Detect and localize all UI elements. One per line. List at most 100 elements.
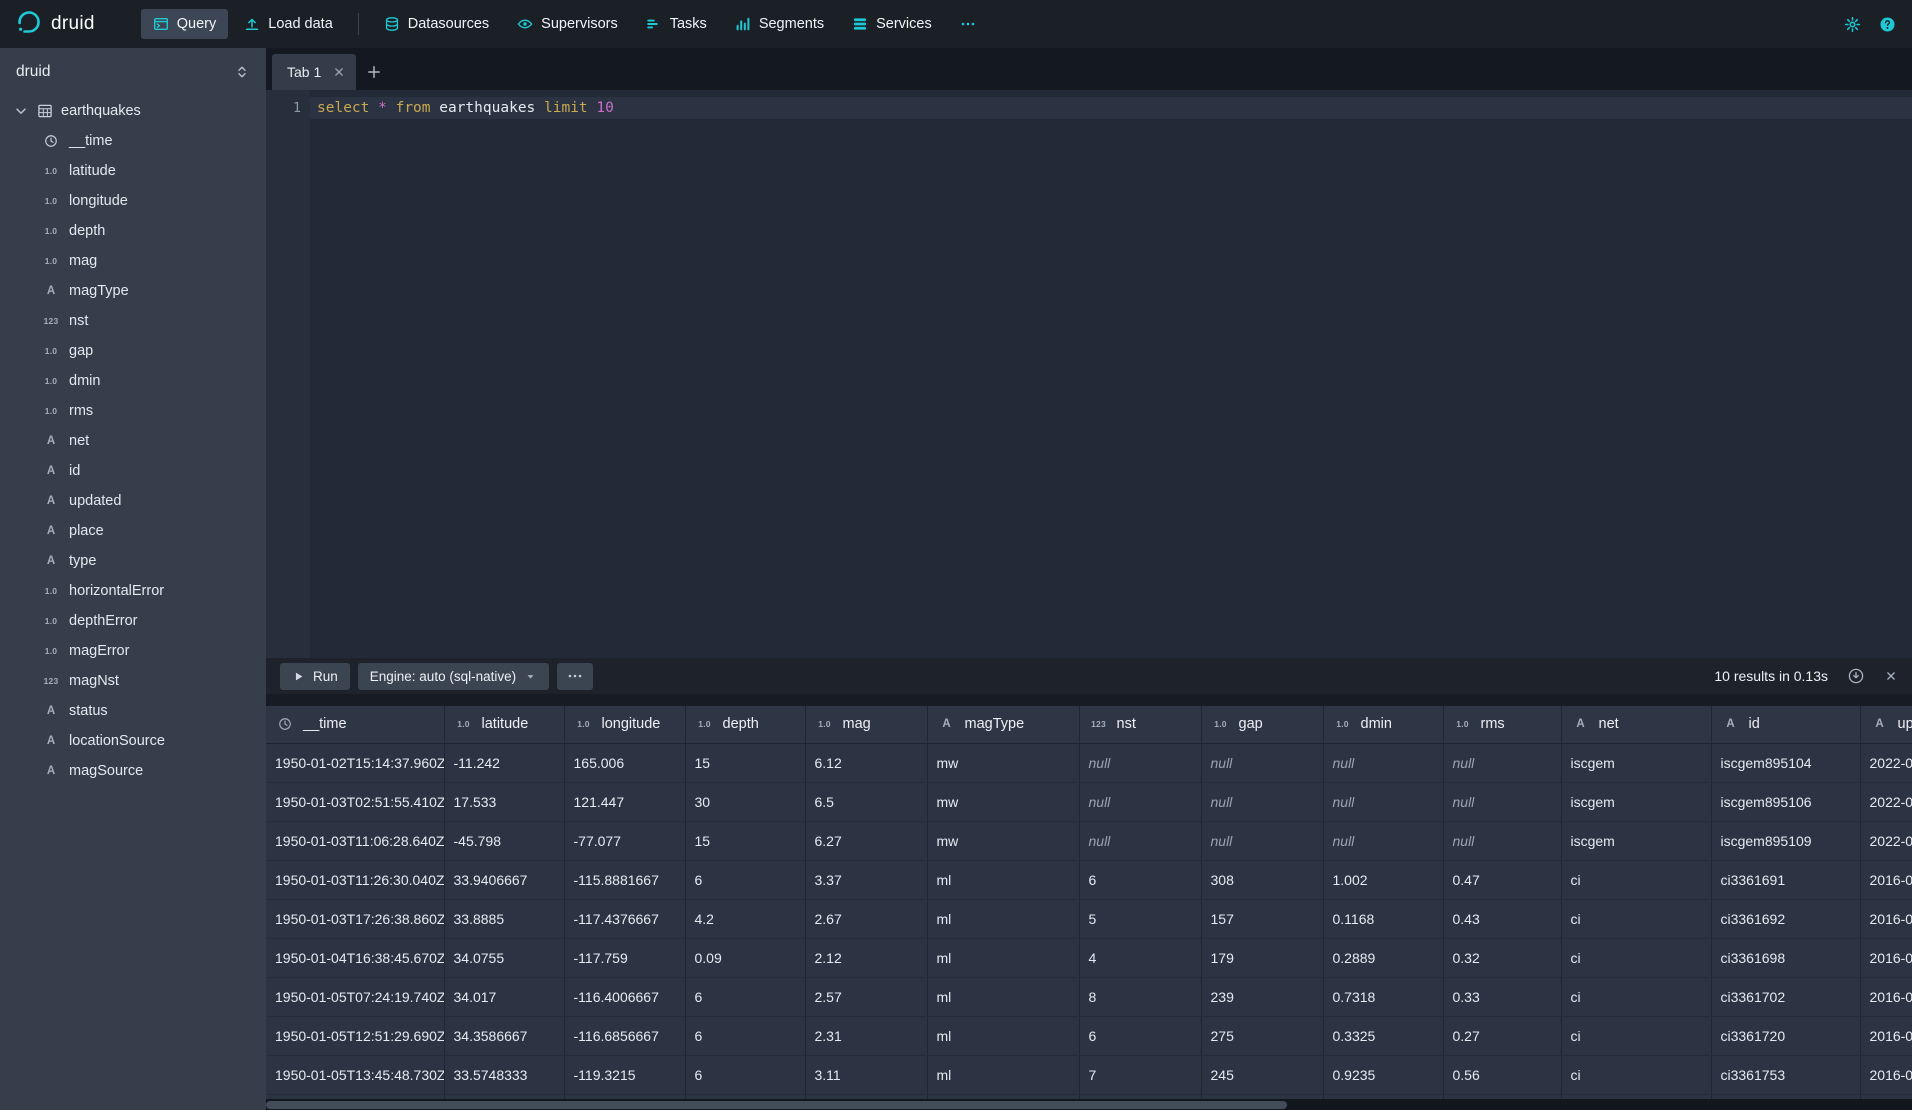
result-cell[interactable]: ml: [927, 860, 1079, 899]
result-cell[interactable]: ci3361720: [1711, 1016, 1860, 1055]
result-cell[interactable]: 2.67: [805, 899, 927, 938]
result-cell[interactable]: 1950-01-03T17:26:38.860Z: [266, 899, 444, 938]
result-cell[interactable]: iscgem895106: [1711, 782, 1860, 821]
result-cell[interactable]: 1950-01-05T12:51:29.690Z: [266, 1016, 444, 1055]
result-cell[interactable]: 0.3325: [1323, 1016, 1443, 1055]
result-cell[interactable]: 1950-01-05T13:45:48.730Z: [266, 1055, 444, 1094]
result-cell[interactable]: ci: [1561, 899, 1711, 938]
nav-query[interactable]: Query: [141, 9, 229, 39]
nav-supervisors[interactable]: Supervisors: [505, 9, 630, 39]
schema-column-rms[interactable]: 1.0rms: [0, 396, 266, 426]
schema-column-type[interactable]: Atype: [0, 546, 266, 576]
result-cell[interactable]: -45.798: [444, 821, 564, 860]
result-cell[interactable]: ml: [927, 938, 1079, 977]
result-cell[interactable]: 0.2889: [1323, 938, 1443, 977]
result-cell[interactable]: 33.9406667: [444, 860, 564, 899]
result-cell[interactable]: iscgem895104: [1711, 743, 1860, 782]
schema-column-depthError[interactable]: 1.0depthError: [0, 606, 266, 636]
result-cell[interactable]: 2022-0: [1860, 743, 1912, 782]
result-cell[interactable]: 30: [685, 782, 805, 821]
result-cell[interactable]: null: [1201, 821, 1323, 860]
result-cell[interactable]: 34.0755: [444, 938, 564, 977]
schema-column-horizontalError[interactable]: 1.0horizontalError: [0, 576, 266, 606]
result-cell[interactable]: 6.5: [805, 782, 927, 821]
schema-column-dmin[interactable]: 1.0dmin: [0, 366, 266, 396]
result-cell[interactable]: 1950-01-05T07:24:19.740Z: [266, 977, 444, 1016]
result-cell[interactable]: 33.5748333: [444, 1055, 564, 1094]
result-cell[interactable]: ml: [927, 977, 1079, 1016]
sql-editor[interactable]: 1 select * from earthquakes limit 10: [266, 90, 1912, 658]
result-cell[interactable]: ml: [927, 899, 1079, 938]
result-cell[interactable]: 3.37: [805, 860, 927, 899]
result-cell[interactable]: 2016-0: [1860, 860, 1912, 899]
result-cell[interactable]: 0.47: [1443, 860, 1561, 899]
result-cell[interactable]: 0.33: [1443, 977, 1561, 1016]
result-cell[interactable]: 275: [1201, 1016, 1323, 1055]
result-cell[interactable]: iscgem895109: [1711, 821, 1860, 860]
settings-gear-icon[interactable]: [1844, 16, 1861, 33]
result-cell[interactable]: null: [1201, 782, 1323, 821]
result-cell[interactable]: 6: [685, 1055, 805, 1094]
result-cell[interactable]: 34.017: [444, 977, 564, 1016]
result-cell[interactable]: 0.09: [685, 938, 805, 977]
result-cell[interactable]: 15: [685, 821, 805, 860]
result-cell[interactable]: 8: [1079, 977, 1201, 1016]
result-cell[interactable]: ci: [1561, 860, 1711, 899]
column-header-__time[interactable]: __time: [266, 706, 444, 743]
result-cell[interactable]: 0.7318: [1323, 977, 1443, 1016]
schema-column-nst[interactable]: 123nst: [0, 306, 266, 336]
result-cell[interactable]: 239: [1201, 977, 1323, 1016]
result-cell[interactable]: 1950-01-04T16:38:45.670Z: [266, 938, 444, 977]
result-cell[interactable]: iscgem: [1561, 743, 1711, 782]
nav-tasks[interactable]: Tasks: [634, 9, 719, 39]
result-cell[interactable]: ci3361691: [1711, 860, 1860, 899]
column-header-longitude[interactable]: 1.0longitude: [564, 706, 685, 743]
double-caret-icon[interactable]: [234, 64, 250, 80]
result-cell[interactable]: 4: [1079, 938, 1201, 977]
column-header-depth[interactable]: 1.0depth: [685, 706, 805, 743]
horizontal-scrollbar[interactable]: [266, 1099, 1912, 1110]
schema-column-net[interactable]: Anet: [0, 426, 266, 456]
scrollbar-thumb[interactable]: [266, 1101, 1287, 1109]
result-cell[interactable]: -119.3215: [564, 1055, 685, 1094]
nav-more[interactable]: [948, 9, 988, 39]
result-cell[interactable]: null: [1201, 743, 1323, 782]
result-cell[interactable]: -117.759: [564, 938, 685, 977]
tab-close-icon[interactable]: [332, 65, 346, 79]
schema-column-latitude[interactable]: 1.0latitude: [0, 156, 266, 186]
result-cell[interactable]: mw: [927, 821, 1079, 860]
result-cell[interactable]: 2016-0: [1860, 899, 1912, 938]
schema-column-magType[interactable]: AmagType: [0, 276, 266, 306]
result-cell[interactable]: 34.3586667: [444, 1016, 564, 1055]
schema-column-magError[interactable]: 1.0magError: [0, 636, 266, 666]
result-cell[interactable]: 6: [1079, 1016, 1201, 1055]
result-cell[interactable]: -117.4376667: [564, 899, 685, 938]
result-cell[interactable]: 0.9235: [1323, 1055, 1443, 1094]
result-cell[interactable]: ml: [927, 1055, 1079, 1094]
result-cell[interactable]: ci3361692: [1711, 899, 1860, 938]
column-header-latitude[interactable]: 1.0latitude: [444, 706, 564, 743]
result-cell[interactable]: mw: [927, 743, 1079, 782]
schema-column-__time[interactable]: __time: [0, 126, 266, 156]
result-cell[interactable]: null: [1323, 743, 1443, 782]
result-cell[interactable]: 2016-0: [1860, 1016, 1912, 1055]
result-cell[interactable]: null: [1443, 782, 1561, 821]
result-cell[interactable]: ci: [1561, 1016, 1711, 1055]
result-cell[interactable]: 4.2: [685, 899, 805, 938]
result-cell[interactable]: 17.533: [444, 782, 564, 821]
result-cell[interactable]: 2022-0: [1860, 782, 1912, 821]
result-cell[interactable]: 6: [685, 977, 805, 1016]
result-cell[interactable]: 7: [1079, 1055, 1201, 1094]
column-header-net[interactable]: Anet: [1561, 706, 1711, 743]
column-header-nst[interactable]: 123nst: [1079, 706, 1201, 743]
result-cell[interactable]: 1950-01-03T02:51:55.410Z: [266, 782, 444, 821]
result-cell[interactable]: 121.447: [564, 782, 685, 821]
column-header-mag[interactable]: 1.0mag: [805, 706, 927, 743]
query-more-button[interactable]: [557, 663, 593, 690]
nav-segments[interactable]: Segments: [723, 9, 836, 39]
nav-load-data[interactable]: Load data: [232, 9, 345, 39]
result-cell[interactable]: ci3361698: [1711, 938, 1860, 977]
result-cell[interactable]: null: [1323, 782, 1443, 821]
datasource-earthquakes[interactable]: earthquakes: [0, 96, 266, 126]
result-cell[interactable]: iscgem: [1561, 782, 1711, 821]
